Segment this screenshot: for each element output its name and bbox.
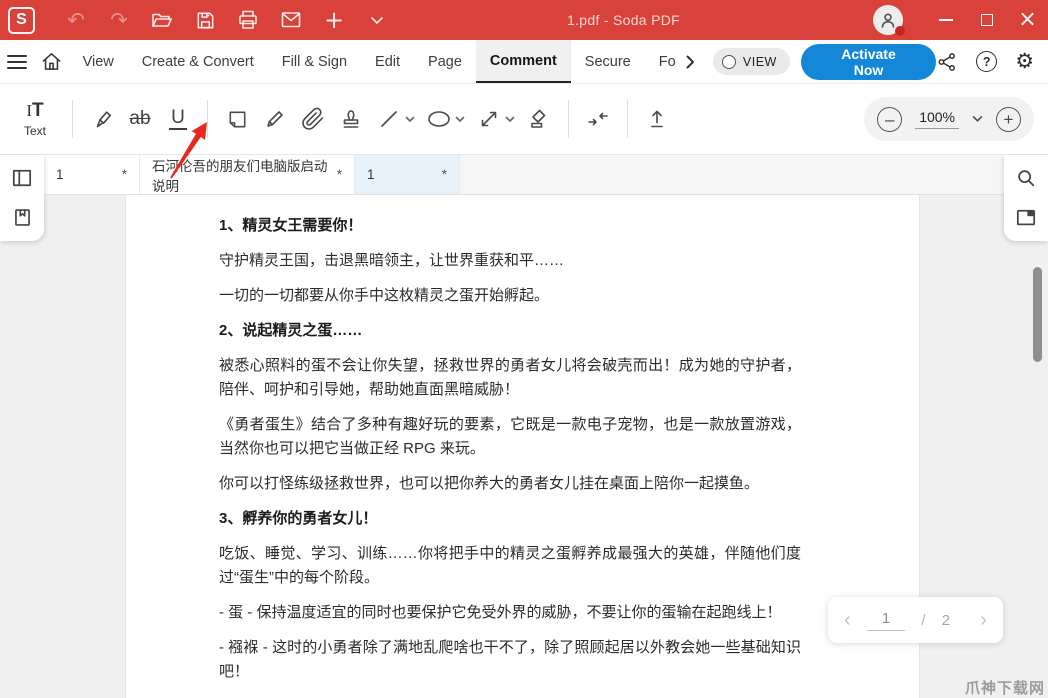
ellipse-tool-chevron-icon[interactable] — [452, 93, 468, 145]
snap-arrows-tool-icon[interactable] — [579, 93, 617, 145]
menu-forms-truncated[interactable]: Fo — [645, 40, 678, 83]
search-icon[interactable] — [1010, 162, 1042, 194]
tab-document-1[interactable]: 1 * — [44, 155, 140, 194]
soda-pdf-window: S ↶ ↷ + 1.pdf - Soda PDF — [0, 0, 1048, 698]
text-tool-label: Text — [24, 124, 46, 138]
menu-overflow-chevron-icon[interactable] — [678, 40, 703, 83]
toolbar-separator — [568, 100, 569, 138]
settings-gear-icon[interactable]: ⚙ — [1015, 51, 1034, 73]
doc-paragraph: 守护精灵王国，击退黑暗领主，让世界重获和平…… — [219, 249, 801, 273]
open-file-icon[interactable] — [149, 7, 175, 33]
notification-dot — [895, 26, 905, 36]
doc-paragraph: - 襁褓 - 这时的小勇者除了满地乱爬啥也干不了，除了照顾起居以外教会她一些基础… — [219, 636, 801, 684]
redo-icon[interactable]: ↷ — [106, 7, 132, 33]
page-navigation: ‹ 1 / 2 › — [828, 597, 1003, 643]
save-icon[interactable] — [192, 7, 218, 33]
tab-modified-marker: * — [442, 167, 447, 182]
zoom-out-icon[interactable]: – — [877, 107, 902, 132]
tab-label: 1 — [56, 167, 64, 182]
close-button[interactable]: × — [1007, 0, 1048, 40]
doc-heading: 3、孵养你的勇者女儿！ — [219, 507, 801, 531]
tab-label: 1 — [367, 167, 375, 182]
underline-tool-icon[interactable]: U — [159, 93, 197, 145]
minimize-button[interactable] — [925, 0, 966, 40]
comment-toolbar: IT Text ab U — [0, 84, 1048, 155]
export-upload-tool-icon[interactable] — [638, 93, 676, 145]
current-page-input[interactable]: 1 — [867, 610, 905, 631]
undo-icon[interactable]: ↶ — [63, 7, 89, 33]
pencil-tool-icon[interactable] — [256, 93, 294, 145]
maximize-button[interactable] — [966, 0, 1007, 40]
menu-comment[interactable]: Comment — [476, 40, 571, 83]
home-icon[interactable] — [34, 40, 68, 83]
zoom-level-value[interactable]: 100% — [915, 109, 959, 129]
previous-page-chevron-icon[interactable]: ‹ — [844, 610, 851, 630]
titlebar-chevron-down-icon[interactable] — [364, 7, 390, 33]
zoom-dropdown-chevron-icon[interactable] — [972, 115, 983, 123]
user-avatar[interactable] — [873, 5, 903, 35]
strikeout-tool-icon[interactable]: ab — [121, 93, 159, 145]
zoom-in-icon[interactable]: + — [996, 107, 1021, 132]
line-tool-chevron-icon[interactable] — [402, 93, 418, 145]
email-icon[interactable] — [278, 7, 304, 33]
vertical-scrollbar[interactable] — [1033, 267, 1042, 362]
tab-label: 石河伦吾的朋友们电脑版启动说明 — [152, 155, 329, 195]
highlight-tool-icon[interactable] — [83, 93, 121, 145]
toolbar-separator — [207, 100, 208, 138]
menu-create-convert[interactable]: Create & Convert — [128, 40, 268, 83]
bookmarks-panel-icon[interactable] — [6, 202, 38, 234]
toolbar-separator — [72, 100, 73, 138]
doc-paragraph: 《勇者蛋生》结合了多种有趣好玩的要素，它既是一款电子宠物，也是一款放置游戏，当然… — [219, 413, 801, 461]
menu-edit[interactable]: Edit — [361, 40, 414, 83]
right-side-panel — [1004, 155, 1048, 241]
sticky-note-tool-icon[interactable] — [218, 93, 256, 145]
help-icon[interactable]: ? — [976, 51, 997, 72]
pdf-page: 1、精灵女王需要你！ 守护精灵王国，击退黑暗领主，让世界重获和平…… 一切的一切… — [125, 195, 920, 698]
doc-heading: 1、精灵女王需要你！ — [219, 214, 801, 238]
doc-paragraph: 你可以打怪练级拯救世界，也可以把你养大的勇者女儿挂在桌面上陪你一起摸鱼。 — [219, 472, 801, 496]
menu-bar: View Create & Convert Fill & Sign Edit P… — [0, 40, 1048, 84]
tab-modified-marker: * — [122, 167, 127, 182]
page-separator: / — [921, 612, 925, 629]
tab-document-3-active[interactable]: 1 * — [355, 155, 460, 194]
view-mode-toggle[interactable]: VIEW — [713, 48, 790, 75]
view-toggle-circle-icon — [722, 55, 736, 69]
zoom-controls: – 100% + — [864, 97, 1034, 141]
new-tab-icon[interactable]: + — [321, 7, 347, 33]
total-pages-label: 2 — [942, 612, 950, 629]
stamp-tool-icon[interactable] — [332, 93, 370, 145]
site-watermark: 爪神下载网 — [965, 677, 1045, 698]
doc-heading: 2、说起精灵之蛋…… — [219, 319, 801, 343]
sidebar-toggle-icon[interactable] — [6, 162, 38, 194]
hamburger-menu-icon[interactable] — [0, 40, 34, 83]
next-page-chevron-icon[interactable]: › — [980, 610, 987, 630]
activate-now-button[interactable]: Activate Now — [801, 44, 936, 80]
measure-tool-chevron-icon[interactable] — [502, 93, 518, 145]
print-icon[interactable] — [235, 7, 261, 33]
soda-pdf-logo: S — [8, 7, 35, 34]
view-toggle-label: VIEW — [743, 55, 777, 69]
page-thumbnails-panel-icon[interactable] — [1010, 202, 1042, 234]
share-icon[interactable] — [936, 51, 958, 73]
text-tool-icon: IT — [26, 100, 43, 122]
toolbar-separator — [627, 100, 628, 138]
left-side-panel — [0, 155, 44, 241]
tab-document-2[interactable]: 石河伦吾的朋友们电脑版启动说明 * — [140, 155, 355, 194]
doc-paragraph: 吃饭、睡觉、学习、训练……你将把手中的精灵之蛋孵养成最强大的英雄，伴随他们度过“… — [219, 542, 801, 590]
menu-page[interactable]: Page — [414, 40, 476, 83]
attachment-paperclip-icon[interactable] — [294, 93, 332, 145]
document-tab-bar: 1 * 石河伦吾的朋友们电脑版启动说明 * 1 * — [44, 155, 1004, 195]
title-bar: S ↶ ↷ + 1.pdf - Soda PDF — [0, 0, 1048, 40]
menu-secure[interactable]: Secure — [571, 40, 645, 83]
doc-paragraph: 被悉心照料的蛋不会让你失望，拯救世界的勇者女儿将会破壳而出！成为她的守护者，陪伴… — [219, 354, 801, 402]
logo-letter: S — [16, 11, 27, 29]
doc-paragraph: - 蛋 - 保持温度适宜的同时也要保护它免受外界的威胁，不要让你的蛋输在起跑线上… — [219, 601, 801, 625]
menu-fill-sign[interactable]: Fill & Sign — [268, 40, 361, 83]
tab-modified-marker: * — [337, 167, 342, 182]
window-title: 1.pdf - Soda PDF — [567, 0, 680, 40]
eraser-tool-icon[interactable] — [520, 93, 558, 145]
text-comment-tool[interactable]: IT Text — [8, 91, 62, 147]
doc-paragraph: 一切的一切都要从你手中这枚精灵之蛋开始孵起。 — [219, 284, 801, 308]
menu-view[interactable]: View — [69, 40, 128, 83]
